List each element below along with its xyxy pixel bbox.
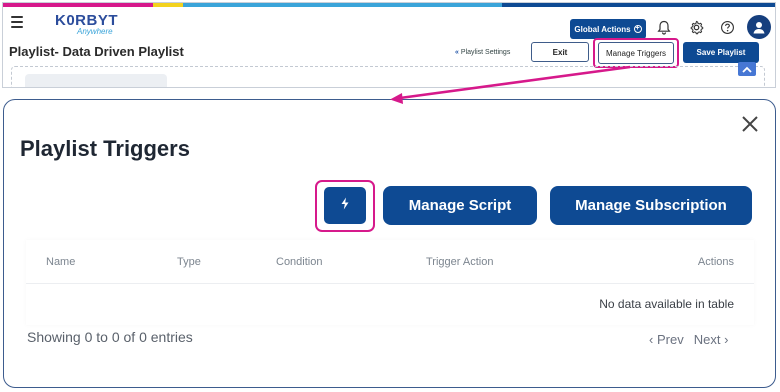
triggers-table: Name Type Condition Trigger Action Actio… xyxy=(26,240,754,325)
lightning-icon xyxy=(340,197,350,215)
manage-subscription-button[interactable]: Manage Subscription xyxy=(550,186,752,225)
manage-script-button[interactable]: Manage Script xyxy=(383,186,537,225)
exit-button[interactable]: Exit xyxy=(531,42,589,62)
help-icon[interactable] xyxy=(718,18,736,36)
chevron-left-icon: ‹ xyxy=(649,332,654,347)
page-title: Playlist- Data Driven Playlist xyxy=(9,44,184,59)
next-button[interactable]: Next › xyxy=(694,332,729,347)
chevron-up-icon[interactable] xyxy=(738,62,756,76)
user-avatar[interactable] xyxy=(747,15,771,39)
playlist-triggers-modal: Playlist Triggers Manage Script Manage S… xyxy=(3,99,776,388)
pagination: ‹ Prev Next › xyxy=(649,332,728,347)
add-trigger-button[interactable] xyxy=(324,187,366,224)
global-actions-label: Global Actions xyxy=(574,24,631,34)
prev-button[interactable]: ‹ Prev xyxy=(649,332,684,347)
close-icon[interactable] xyxy=(740,114,760,134)
column-header-name[interactable]: Name xyxy=(46,256,75,268)
playlist-settings-label: Playlist Settings xyxy=(460,49,511,56)
column-header-actions[interactable]: Actions xyxy=(698,256,734,268)
menu-icon[interactable] xyxy=(11,16,23,31)
modal-title: Playlist Triggers xyxy=(20,136,190,161)
table-empty-message: No data available in table xyxy=(599,297,734,311)
global-actions-button[interactable]: Global Actions + xyxy=(570,19,646,39)
brand-stripe xyxy=(3,3,775,7)
column-header-condition[interactable]: Condition xyxy=(276,256,322,268)
plus-circle-icon: + xyxy=(633,25,642,33)
table-header-divider xyxy=(26,283,754,284)
next-label: Next xyxy=(693,332,721,347)
bell-icon[interactable] xyxy=(655,18,673,36)
logo-text: K0RBYT xyxy=(55,12,119,29)
save-playlist-button[interactable]: Save Playlist xyxy=(683,42,759,63)
korbyt-logo: K0RBYT Anywhere xyxy=(55,13,118,36)
column-header-trigger-action[interactable]: Trigger Action xyxy=(426,256,493,268)
app-header: K0RBYT Anywhere Playlist- Data Driven Pl… xyxy=(2,2,776,88)
manage-triggers-button[interactable]: Manage Triggers xyxy=(598,42,674,64)
logo-subtext: Anywhere xyxy=(77,27,113,36)
screenshot-stage: K0RBYT Anywhere Playlist- Data Driven Pl… xyxy=(0,0,780,392)
prev-label: Prev xyxy=(656,332,684,347)
table-info: Showing 0 to 0 of 0 entries xyxy=(27,329,193,345)
column-header-type[interactable]: Type xyxy=(177,256,201,268)
double-chevron-left-icon: « xyxy=(455,49,459,56)
playlist-settings-link[interactable]: «Playlist Settings xyxy=(455,49,510,56)
chevron-right-icon: › xyxy=(724,332,729,347)
gear-icon[interactable] xyxy=(687,18,705,36)
playlist-item-placeholder xyxy=(25,74,167,87)
